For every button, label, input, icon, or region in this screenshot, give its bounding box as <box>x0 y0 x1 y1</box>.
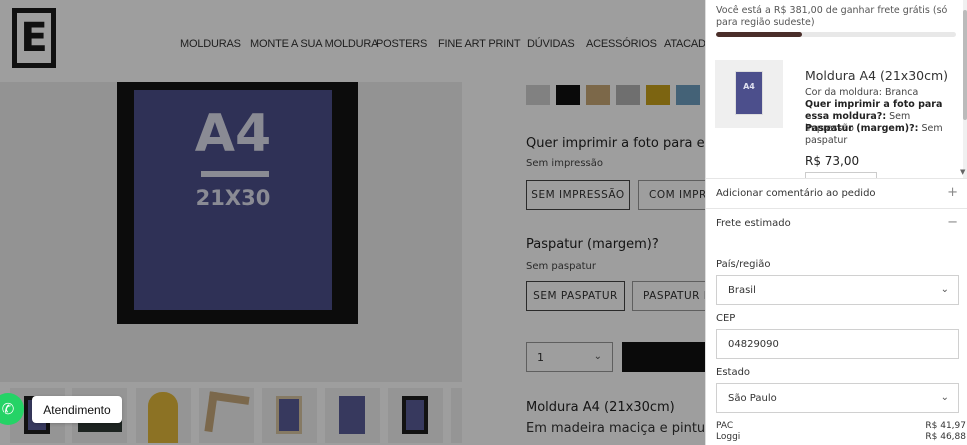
thumbnail-6[interactable] <box>325 388 380 443</box>
thumbnail-7[interactable] <box>388 388 443 443</box>
with-print-button[interactable]: COM IMPRESSÃO <box>638 180 712 210</box>
chevron-down-icon: ⌄ <box>940 392 949 403</box>
zip-label: CEP <box>716 313 736 324</box>
print-option-title: Quer imprimir a foto para essa <box>526 136 727 151</box>
nav-item-fine-art-print[interactable]: FINE ART PRINT <box>438 38 521 50</box>
swatch-1[interactable] <box>526 85 550 105</box>
add-to-cart-button[interactable] <box>622 342 712 372</box>
country-value: Brasil <box>728 284 756 296</box>
quantity-value: 1 <box>537 350 544 364</box>
print-option-selected: Sem impressão <box>526 158 603 169</box>
thumbnail-3[interactable] <box>136 388 191 443</box>
shipping-rate-loggi: Loggi R$ 46,88 <box>716 432 966 443</box>
swatch-5[interactable] <box>646 85 670 105</box>
swatch-3[interactable] <box>586 85 610 105</box>
nav-item-monte-a-sua-moldura[interactable]: MONTE A SUA MOLDURA <box>250 38 378 50</box>
swatch-6[interactable] <box>676 85 700 105</box>
with-mat-button[interactable]: PASPATUR DE <box>632 281 712 311</box>
chevron-down-icon: ⌄ <box>593 351 602 362</box>
whatsapp-support-button[interactable]: Atendimento <box>32 396 122 423</box>
description-text: Em madeira maciça e pintura la <box>526 421 735 436</box>
free-shipping-progress-fill <box>716 32 803 37</box>
artwork-divider <box>201 171 269 177</box>
cart-thumb-label: A4 <box>743 82 755 91</box>
rate-price: R$ 46,88 <box>925 432 966 442</box>
thumbnail-4[interactable] <box>199 388 254 443</box>
scroll-down-arrow-icon[interactable]: ▼ <box>960 168 965 176</box>
mat-option-title: Paspatur (margem)? <box>526 237 659 252</box>
zip-input[interactable]: 04829090 <box>716 329 959 359</box>
nav-item-duvidas[interactable]: DÚVIDAS <box>527 38 575 50</box>
add-comment-label: Adicionar comentário ao pedido <box>716 188 876 199</box>
nav-item-acessorios[interactable]: ACESSÓRIOS <box>586 38 657 50</box>
rate-price: R$ 41,97 <box>925 421 966 431</box>
add-order-comment[interactable]: Adicionar comentário ao pedido + <box>706 178 967 208</box>
swatch-4[interactable] <box>616 85 640 105</box>
print-label: Quer imprimir a foto para essa moldura?: <box>805 99 943 122</box>
frame-artwork: A4 21X30 <box>134 90 332 310</box>
cart-scrollbar[interactable] <box>963 0 967 178</box>
state-value: São Paulo <box>728 392 777 404</box>
nav-item-posters[interactable]: POSTERS <box>376 38 427 50</box>
mat-option-selected: Sem paspatur <box>526 261 596 272</box>
state-label: Estado <box>716 367 751 378</box>
cart-drawer: Você está a R$ 381,00 de ganhar frete gr… <box>705 0 967 445</box>
zip-value: 04829090 <box>728 338 779 350</box>
shipping-estimate-toggle[interactable]: Frete estimado − <box>706 208 967 238</box>
mat-label: Paspatur (margem)?: <box>805 123 919 134</box>
product-frame-image[interactable]: A4 21X30 <box>117 82 358 324</box>
page: E MOLDURAS MONTE A SUA MOLDURA POSTERS F… <box>0 0 967 445</box>
thumbnail-8[interactable] <box>451 388 462 443</box>
free-shipping-message: Você está a R$ 381,00 de ganhar frete gr… <box>716 5 948 28</box>
minus-icon: − <box>947 215 958 230</box>
no-print-button[interactable]: SEM IMPRESSÃO <box>526 180 630 210</box>
rate-name: PAC <box>716 421 734 431</box>
nav-item-molduras[interactable]: MOLDURAS <box>180 38 241 50</box>
cart-item-mat-option: Paspatur (margem)?: Sem paspatur <box>805 123 955 147</box>
plus-icon: + <box>947 185 958 200</box>
artwork-format: A4 <box>194 104 272 164</box>
country-select[interactable]: Brasil ⌄ <box>716 275 959 305</box>
main-nav: MOLDURAS MONTE A SUA MOLDURA POSTERS FIN… <box>0 38 720 52</box>
no-mat-button[interactable]: SEM PASPATUR <box>526 281 625 311</box>
thumbnail-5[interactable] <box>262 388 317 443</box>
description-title: Moldura A4 (21x30cm) <box>526 400 675 415</box>
cart-item-thumbnail[interactable]: A4 <box>715 60 783 128</box>
cart-item-name[interactable]: Moldura A4 (21x30cm) <box>805 68 948 83</box>
rate-name: Loggi <box>716 432 741 442</box>
state-select[interactable]: São Paulo ⌄ <box>716 383 959 413</box>
free-shipping-progress <box>716 32 956 37</box>
chevron-down-icon: ⌄ <box>940 284 949 295</box>
swatch-2[interactable] <box>556 85 580 105</box>
shipping-rate-pac: PAC R$ 41,97 <box>716 421 966 432</box>
shipping-estimate-label: Frete estimado <box>716 218 791 229</box>
frame-color-label: Cor da moldura: <box>805 87 882 98</box>
country-label: País/região <box>716 259 771 270</box>
artwork-size: 21X30 <box>195 186 271 210</box>
quantity-select[interactable]: 1 ⌄ <box>526 342 613 372</box>
frame-color-value: Branca <box>884 87 919 98</box>
cart-item-frame-color: Cor da moldura: Branca <box>805 87 955 99</box>
cart-item-price: R$ 73,00 <box>805 154 860 168</box>
